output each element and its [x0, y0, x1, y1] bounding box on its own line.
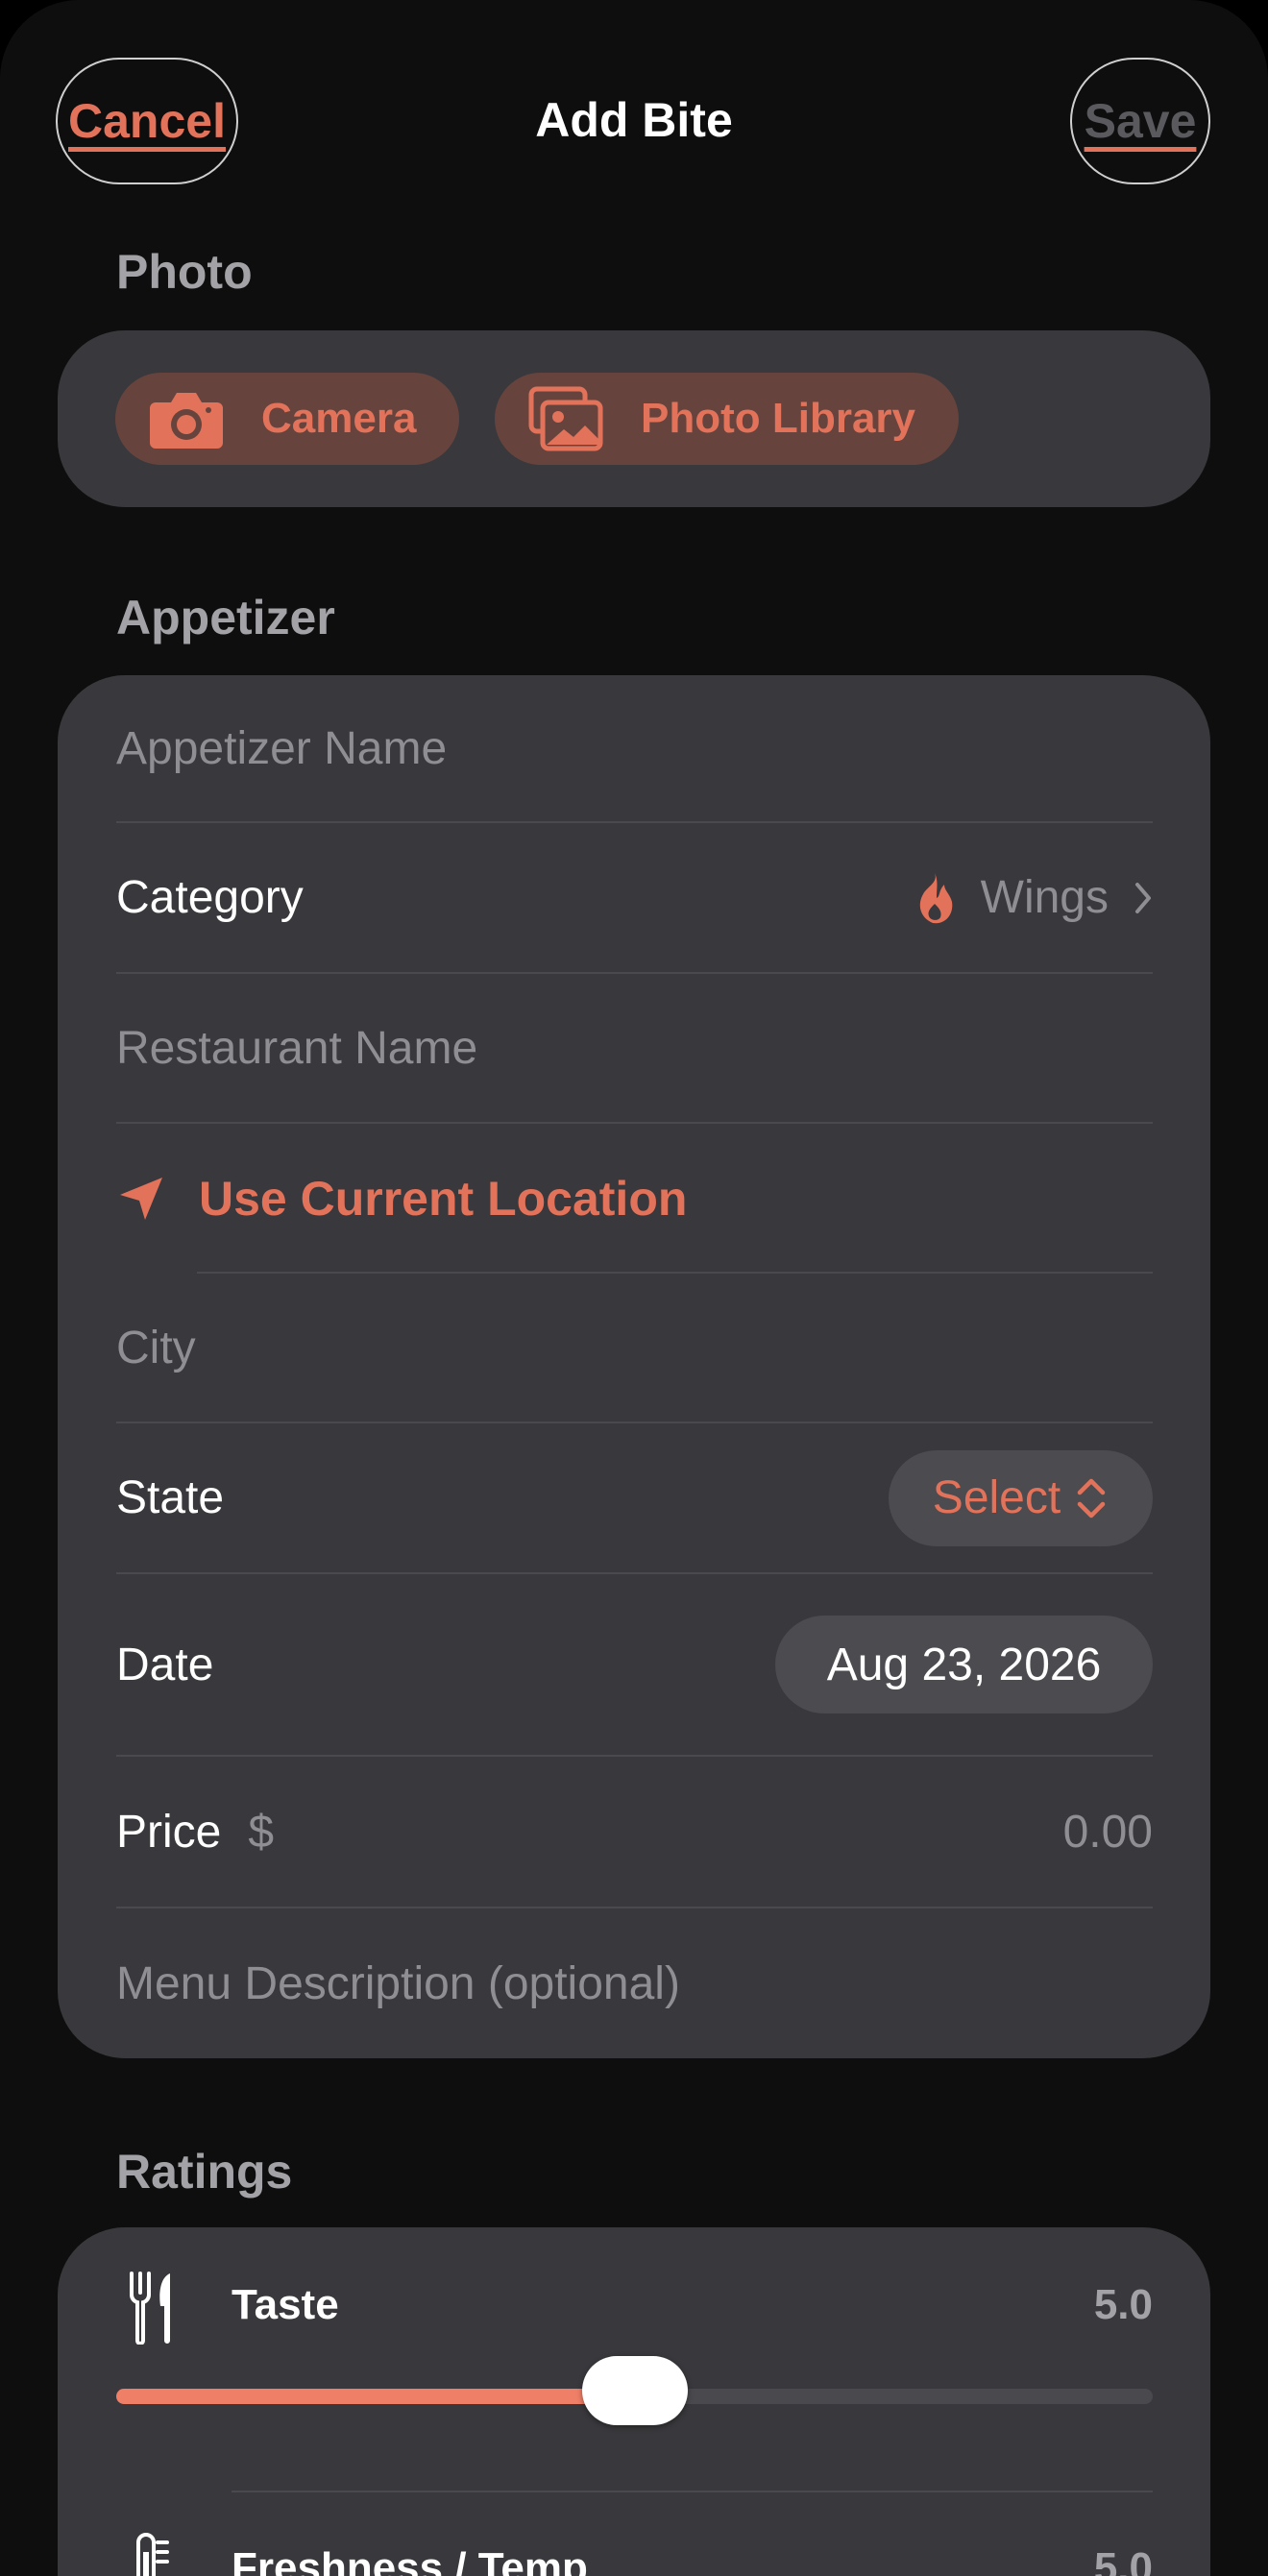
menu-description-placeholder: Menu Description (optional)	[116, 1957, 680, 2009]
save-button[interactable]: Save	[1070, 58, 1210, 184]
state-label: State	[116, 1472, 225, 1523]
category-row[interactable]: Category Wings	[116, 823, 1153, 974]
category-label: Category	[116, 872, 304, 923]
photo-section-label: Photo	[116, 245, 253, 299]
appetizer-name-placeholder: Appetizer Name	[116, 722, 448, 774]
flame-icon	[919, 872, 952, 923]
state-select[interactable]: Select	[889, 1449, 1153, 1546]
use-current-location-label: Use Current Location	[199, 1172, 688, 1226]
appetizer-card: Appetizer Name Category Wings Restaurant…	[58, 675, 1210, 2058]
price-label: Price	[116, 1806, 222, 1858]
location-arrow-icon	[120, 1178, 162, 1220]
state-select-value: Select	[932, 1472, 1061, 1523]
rating-taste-label: Taste	[232, 2281, 339, 2328]
photo-card: Camera Photo Library	[58, 330, 1210, 507]
category-value: Wings	[980, 872, 1109, 923]
state-row: State Select	[116, 1423, 1153, 1574]
fork-knife-icon	[130, 2272, 170, 2345]
photo-library-label: Photo Library	[641, 395, 916, 442]
rating-taste-value: 5.0	[1093, 2281, 1153, 2328]
rating-taste-slider-thumb[interactable]	[581, 2356, 688, 2425]
price-row[interactable]: Price $ 0.00	[116, 1757, 1153, 1908]
camera-label: Camera	[261, 395, 417, 442]
up-down-chevron-icon	[1077, 1478, 1106, 1518]
photo-library-button[interactable]: Photo Library	[495, 373, 959, 465]
restaurant-name-placeholder: Restaurant Name	[116, 1022, 478, 1074]
ratings-section-label: Ratings	[116, 2145, 293, 2199]
use-current-location-button[interactable]: Use Current Location	[116, 1124, 687, 1274]
city-field[interactable]: City	[116, 1274, 1153, 1423]
date-value: Aug 23, 2026	[826, 1639, 1102, 1690]
ratings-card: Taste 5.0 Freshness / Temp 5.0	[58, 2227, 1210, 2576]
appetizer-section-label: Appetizer	[116, 591, 335, 644]
appetizer-name-field[interactable]: Appetizer Name	[116, 675, 1153, 823]
rating-freshness-label: Freshness / Temp	[232, 2544, 588, 2576]
add-bite-sheet: Cancel Add Bite Save Photo Camera Photo …	[0, 0, 1268, 2576]
rating-divider	[232, 2491, 1153, 2492]
menu-description-field[interactable]: Menu Description (optional)	[116, 1908, 1153, 2058]
chevron-right-icon	[1135, 882, 1151, 913]
camera-icon	[150, 393, 223, 449]
date-picker-button[interactable]: Aug 23, 2026	[775, 1616, 1153, 1713]
restaurant-name-field[interactable]: Restaurant Name	[116, 974, 1153, 1124]
photo-library-icon	[528, 386, 603, 451]
rating-freshness-value: 5.0	[1093, 2544, 1153, 2576]
rating-taste-slider[interactable]	[116, 2356, 1153, 2425]
price-input[interactable]: 0.00	[1063, 1806, 1153, 1859]
date-row: Date Aug 23, 2026	[116, 1574, 1153, 1757]
date-label: Date	[116, 1639, 214, 1690]
city-placeholder: City	[116, 1322, 196, 1373]
rating-taste-slider-fill	[116, 2389, 635, 2404]
camera-button[interactable]: Camera	[115, 373, 459, 465]
currency-symbol: $	[248, 1806, 275, 1858]
thermometer-icon	[136, 2533, 169, 2576]
